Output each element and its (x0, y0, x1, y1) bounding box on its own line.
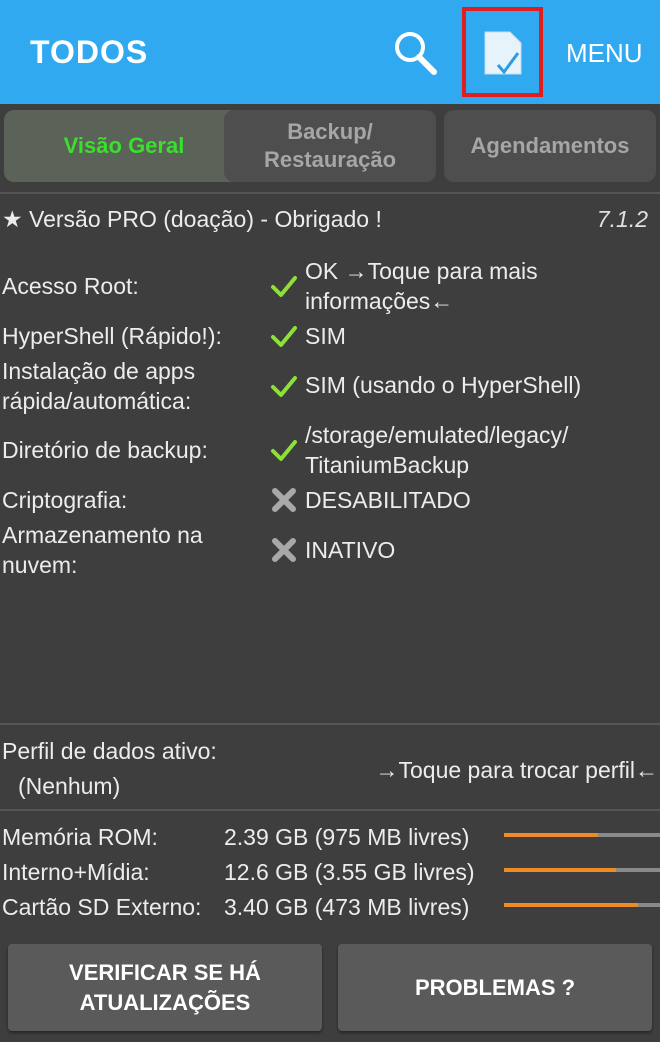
version-number: 7.1.2 (596, 206, 648, 232)
storage-internal-bar (504, 868, 660, 872)
divider (0, 192, 660, 194)
tab-backup-restore[interactable]: Backup/ Restauração (224, 110, 436, 182)
profile-label: Perfil de dados ativo: (2, 738, 217, 764)
checkmark-icon (271, 326, 297, 347)
root-access-label: Acesso Root: (2, 273, 139, 299)
cross-icon (272, 538, 296, 562)
divider (0, 809, 660, 811)
batch-actions-button[interactable] (462, 7, 543, 97)
cloud-storage-value[interactable]: INATIVO (305, 535, 395, 565)
cloud-storage-label: Armazenamento na nuvem: (2, 522, 203, 578)
search-button[interactable] (392, 30, 438, 76)
search-icon (395, 32, 437, 75)
tab-schedules-label: Agendamentos (470, 133, 630, 158)
tab-overview[interactable]: Visão Geral (4, 110, 244, 182)
storage-rom-value: 2.39 GB (975 MB livres) (224, 824, 470, 850)
quick-install-value: SIM (usando o HyperShell) (305, 372, 582, 398)
cross-icon (272, 488, 296, 512)
hypershell-value: SIM (305, 323, 346, 349)
app-title: TODOS (30, 34, 149, 70)
quick-install-label: Instalação de apps rápida/automática: (2, 358, 196, 414)
problems-button[interactable]: PROBLEMAS ? (338, 944, 652, 1031)
storage-rom-bar (504, 833, 660, 837)
storage-sd-label: Cartão SD Externo: (2, 894, 202, 920)
checklist-icon (484, 31, 522, 75)
storage-sd-value: 3.40 GB (473 MB livres) (224, 894, 470, 920)
divider (0, 723, 660, 725)
hypershell-label: HyperShell (Rápido!): (2, 323, 222, 349)
storage-rom-label: Memória ROM: (2, 824, 158, 850)
root-access-value[interactable]: OK →Toque para mais informações← (305, 256, 538, 316)
encryption-value[interactable]: DESABILITADO (305, 485, 471, 515)
check-updates-button[interactable]: VERIFICAR SE HÁ ATUALIZAÇÕES (8, 944, 322, 1031)
encryption-label: Criptografia: (2, 487, 128, 513)
storage-internal-value: 12.6 GB (3.55 GB livres) (224, 859, 475, 885)
version-text[interactable]: ★ Versão PRO (doação) - Obrigado ! (2, 204, 382, 234)
top-app-bar: TODOS MENU (0, 0, 660, 104)
tab-bar: Visão Geral Backup/ Restauração Agendame… (0, 104, 660, 192)
checkmark-icon (271, 440, 297, 461)
checkmark-icon (271, 276, 297, 297)
profile-value: (Nenhum) (18, 773, 121, 799)
tab-schedules[interactable]: Agendamentos (444, 110, 656, 182)
menu-button[interactable]: MENU (566, 38, 643, 69)
tab-overview-label: Visão Geral (63, 133, 185, 158)
storage-sd-bar (504, 903, 660, 907)
backup-dir-label: Diretório de backup: (2, 437, 208, 463)
tab-backup-restore-label: Backup/ Restauração (263, 119, 397, 172)
switch-profile-link[interactable]: →Toque para trocar perfil← (375, 755, 658, 785)
backup-dir-value[interactable]: /storage/emulated/legacy/ TitaniumBackup (305, 420, 568, 480)
checkmark-icon (271, 376, 297, 397)
storage-internal-label: Interno+Mídia: (2, 859, 150, 885)
